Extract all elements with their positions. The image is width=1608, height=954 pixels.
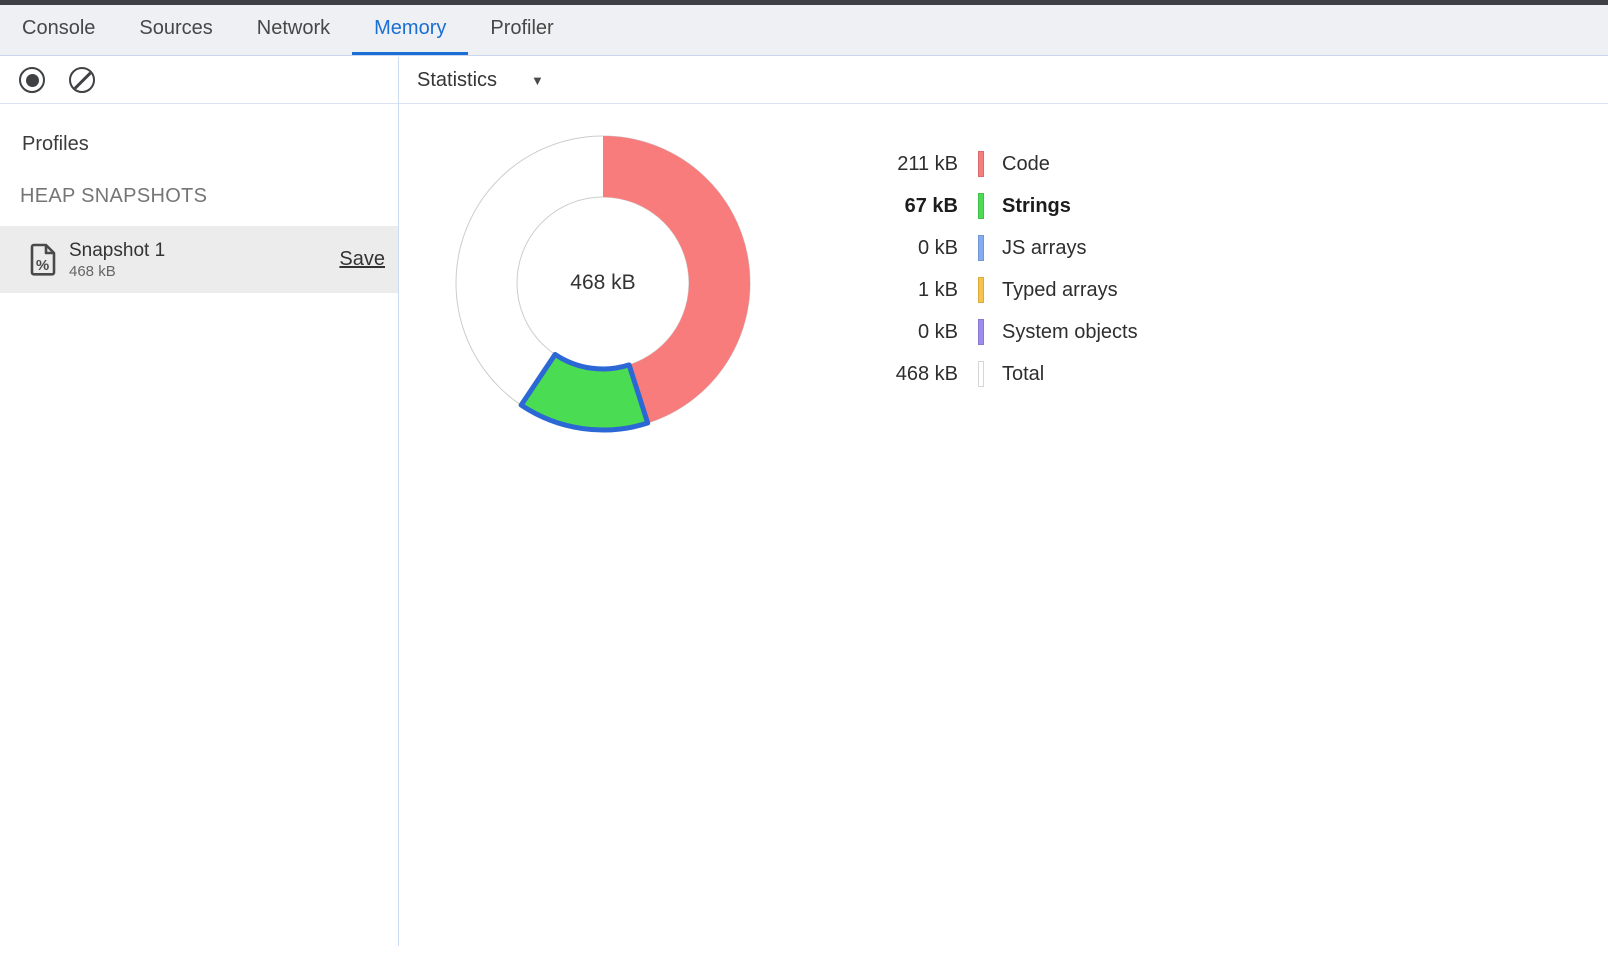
profiles-sidebar: Profiles HEAP SNAPSHOTS % Snapshot 1 468… (0, 105, 398, 954)
legend-swatch-code (978, 151, 984, 177)
snapshot-size: 468 kB (69, 263, 339, 280)
toolbar-right-section: Statistics ▼ (399, 57, 1608, 103)
legend-label: Code (1002, 143, 1138, 185)
legend-value: 468 kB (873, 353, 958, 395)
heap-snapshot-icon: % (30, 243, 57, 276)
clear-icon (69, 67, 95, 93)
svg-text:%: % (36, 257, 49, 274)
chart-legend: 211 kB Code 67 kB Strings 0 kB JS arrays… (873, 143, 1138, 395)
perspective-select-label: Statistics (417, 69, 497, 92)
legend-label: System objects (1002, 311, 1138, 353)
memory-toolbar: Statistics ▼ (0, 57, 1608, 104)
legend-value: 211 kB (873, 143, 958, 185)
legend-swatch-system-objects (978, 319, 984, 345)
tab-memory[interactable]: Memory (352, 5, 468, 55)
record-icon (19, 67, 45, 93)
legend-swatch-js-arrays (978, 235, 984, 261)
chevron-down-icon: ▼ (531, 73, 544, 88)
tab-network[interactable]: Network (235, 5, 352, 55)
tab-console[interactable]: Console (0, 5, 117, 55)
donut-inner-outline (517, 197, 689, 369)
legend-label: Typed arrays (1002, 269, 1138, 311)
tab-profiler[interactable]: Profiler (468, 5, 575, 55)
legend-value: 0 kB (873, 227, 958, 269)
legend-label: Strings (1002, 185, 1138, 227)
legend-value: 1 kB (873, 269, 958, 311)
donut-svg (451, 131, 755, 435)
statistics-pane: 468 kB 211 kB Code 67 kB Strings 0 kB JS… (399, 105, 1608, 954)
record-heap-button[interactable] (18, 66, 46, 94)
snapshot-text: Snapshot 1 468 kB (69, 240, 339, 280)
devtools-window: Console Sources Network Memory Profiler … (0, 0, 1608, 954)
legend-swatch-strings (978, 193, 984, 219)
clear-profiles-button[interactable] (68, 66, 96, 94)
legend-value: 0 kB (873, 311, 958, 353)
donut-segment-strings[interactable] (521, 354, 648, 430)
snapshot-list-item[interactable]: % Snapshot 1 468 kB Save (0, 226, 398, 293)
heap-snapshots-section-title: HEAP SNAPSHOTS (0, 156, 398, 208)
tab-sources[interactable]: Sources (117, 5, 234, 55)
legend-value: 67 kB (873, 185, 958, 227)
profiles-title: Profiles (0, 105, 398, 156)
save-snapshot-link[interactable]: Save (339, 248, 385, 271)
perspective-select[interactable]: Statistics ▼ (417, 69, 544, 92)
legend-swatch-total (978, 361, 984, 387)
devtools-tabbar: Console Sources Network Memory Profiler (0, 5, 1608, 56)
snapshot-title: Snapshot 1 (69, 240, 339, 262)
legend-label: JS arrays (1002, 227, 1138, 269)
legend-swatch-typed-arrays (978, 277, 984, 303)
heap-donut-chart: 468 kB (451, 131, 755, 435)
toolbar-left-section (0, 57, 398, 103)
legend-label: Total (1002, 353, 1138, 395)
